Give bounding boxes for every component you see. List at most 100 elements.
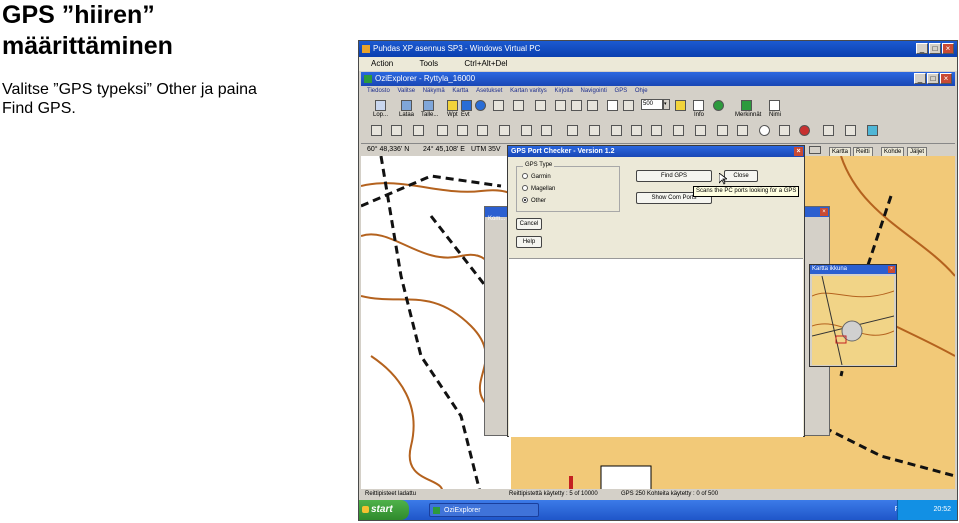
ozi-menu-item[interactable]: Kirjoita bbox=[554, 86, 572, 97]
route-icon[interactable] bbox=[475, 100, 486, 111]
info-icon[interactable] bbox=[693, 100, 704, 111]
ozi-menu-item[interactable]: Kartta bbox=[452, 86, 468, 97]
vpc-menubar: Action Tools Ctrl+Alt+Del bbox=[359, 57, 957, 71]
event-icon[interactable] bbox=[461, 100, 472, 111]
tool-icon[interactable] bbox=[737, 125, 748, 136]
maximize-button[interactable]: □ bbox=[929, 43, 941, 54]
minimap-view[interactable] bbox=[812, 276, 894, 365]
gps-icon[interactable] bbox=[611, 125, 622, 136]
clock-icon[interactable] bbox=[759, 125, 770, 136]
marker-icon[interactable] bbox=[741, 100, 752, 111]
gps-dialog-titlebar: GPS Port Checker - Version 1.2 × bbox=[508, 146, 804, 157]
chevron-down-icon[interactable]: ▾ bbox=[663, 99, 670, 110]
radio-label: Other bbox=[531, 198, 547, 204]
tool-icon[interactable] bbox=[477, 125, 488, 136]
lat-readout: 60° 48,336' N bbox=[367, 146, 410, 153]
ozi-menu-item[interactable]: Asetukset bbox=[476, 86, 502, 97]
ozi-menu-item[interactable]: Navigointi bbox=[581, 86, 607, 97]
gps-icon[interactable] bbox=[589, 125, 600, 136]
status-right: GPS 250 Kohteita käytetty : 0 of 500 bbox=[621, 491, 719, 497]
toolbar-label: Lop... bbox=[373, 112, 389, 118]
pin-icon[interactable] bbox=[867, 125, 878, 136]
slide-body: Valitse ”GPS typeksi” Other ja paina Fin… bbox=[2, 80, 332, 118]
minimize-button[interactable]: _ bbox=[916, 43, 928, 54]
name-icon[interactable] bbox=[769, 100, 780, 111]
gps-type-label: GPS Type bbox=[523, 162, 555, 168]
ozi-menu-item[interactable]: Tiedosto bbox=[367, 86, 390, 97]
tool-icon[interactable] bbox=[673, 125, 684, 136]
ozi-menu-item[interactable]: Kartan varitys bbox=[510, 86, 547, 97]
mark-icon[interactable] bbox=[513, 100, 524, 111]
toolbar-main: Lop... Lataa Talle... Wpt Evt 500 ▾ Info… bbox=[361, 98, 955, 122]
help-button[interactable]: Help bbox=[516, 236, 542, 248]
move-icon[interactable] bbox=[713, 100, 724, 111]
toolbar-label: Nimi bbox=[769, 112, 781, 118]
toolbar-label: Lataa bbox=[399, 112, 415, 118]
status-mid: Reittipistettä käytetty : 5 of 10000 bbox=[509, 491, 598, 497]
gps-icon[interactable] bbox=[567, 125, 578, 136]
zoom-select[interactable]: 500 bbox=[641, 99, 663, 110]
tool-icon[interactable] bbox=[823, 125, 834, 136]
stop-icon[interactable] bbox=[799, 125, 810, 136]
chart-icon[interactable] bbox=[845, 125, 856, 136]
load-icon[interactable] bbox=[401, 100, 412, 111]
radio-other[interactable]: Other bbox=[522, 197, 546, 205]
save-icon[interactable] bbox=[423, 100, 434, 111]
ozi-close-button[interactable]: × bbox=[940, 73, 952, 84]
clock: 20:52 bbox=[933, 506, 951, 513]
ozi-menubar: Tiedosto Valitse Näkymä Kartta Asetukset… bbox=[361, 86, 955, 97]
radio-icon[interactable] bbox=[522, 185, 528, 192]
find-gps-button[interactable]: Find GPS bbox=[636, 170, 712, 182]
tool-icon[interactable] bbox=[541, 125, 552, 136]
waypoint-icon[interactable] bbox=[447, 100, 458, 111]
ozi-minimize-button[interactable]: _ bbox=[914, 73, 926, 84]
tool-icon[interactable] bbox=[521, 125, 532, 136]
tool-icon[interactable] bbox=[413, 125, 424, 136]
close-button[interactable]: × bbox=[942, 43, 954, 54]
tool-icon[interactable] bbox=[695, 125, 706, 136]
toolbar-label: Wpt bbox=[447, 112, 458, 118]
tool-icon[interactable] bbox=[499, 125, 510, 136]
tool-icon[interactable] bbox=[437, 125, 448, 136]
tool-icon[interactable] bbox=[779, 125, 790, 136]
radio-icon-selected[interactable] bbox=[522, 197, 528, 204]
ozi-menu-item[interactable]: GPS bbox=[615, 86, 628, 97]
cancel-button[interactable]: Cancel bbox=[516, 218, 542, 230]
close-icon[interactable]: × bbox=[794, 147, 803, 156]
lon-readout: 24° 45,108' E bbox=[423, 146, 465, 153]
slide-title: GPS ”hiiren” määrittäminen bbox=[2, 0, 342, 62]
tool-icon[interactable] bbox=[571, 100, 582, 111]
tool-icon[interactable] bbox=[587, 100, 598, 111]
slide-title-line2: määrittäminen bbox=[2, 32, 173, 60]
radio-magellan[interactable]: Magellan bbox=[522, 185, 555, 193]
gps-icon[interactable] bbox=[631, 125, 642, 136]
tool-icon[interactable] bbox=[717, 125, 728, 136]
menu-tools[interactable]: Tools bbox=[419, 57, 438, 71]
start-button[interactable]: start bbox=[359, 500, 409, 520]
close-icon[interactable]: × bbox=[820, 208, 828, 216]
tool-icon[interactable] bbox=[555, 100, 566, 111]
taskbar-item[interactable]: OziExplorer bbox=[429, 503, 539, 517]
menu-ctrl-alt-del[interactable]: Ctrl+Alt+Del bbox=[464, 57, 507, 71]
ozi-menu-item[interactable]: Valitse bbox=[397, 86, 415, 97]
ozi-maximize-button[interactable]: □ bbox=[927, 73, 939, 84]
open-icon[interactable] bbox=[375, 100, 386, 111]
ozi-menu-item[interactable]: Ohje bbox=[635, 86, 648, 97]
menu-action[interactable]: Action bbox=[371, 57, 393, 71]
tool-icon[interactable] bbox=[651, 125, 662, 136]
radio-garmin[interactable]: Garmin bbox=[522, 173, 551, 181]
map-tool-icon[interactable] bbox=[809, 146, 821, 154]
close-icon[interactable]: × bbox=[888, 266, 895, 273]
close-button[interactable]: Close bbox=[724, 170, 758, 182]
radio-icon[interactable] bbox=[522, 173, 528, 180]
search-icon[interactable] bbox=[607, 100, 618, 111]
zoom-icon[interactable] bbox=[623, 100, 634, 111]
track-icon[interactable] bbox=[493, 100, 504, 111]
ozi-menu-item[interactable]: Näkymä bbox=[423, 86, 445, 97]
tool-icon[interactable] bbox=[391, 125, 402, 136]
tool-icon[interactable] bbox=[457, 125, 468, 136]
tool-icon[interactable] bbox=[371, 125, 382, 136]
status-bar: Reittipisteet ladattu Reittipistettä käy… bbox=[361, 489, 955, 499]
edit-icon[interactable] bbox=[535, 100, 546, 111]
lock-icon[interactable] bbox=[675, 100, 686, 111]
